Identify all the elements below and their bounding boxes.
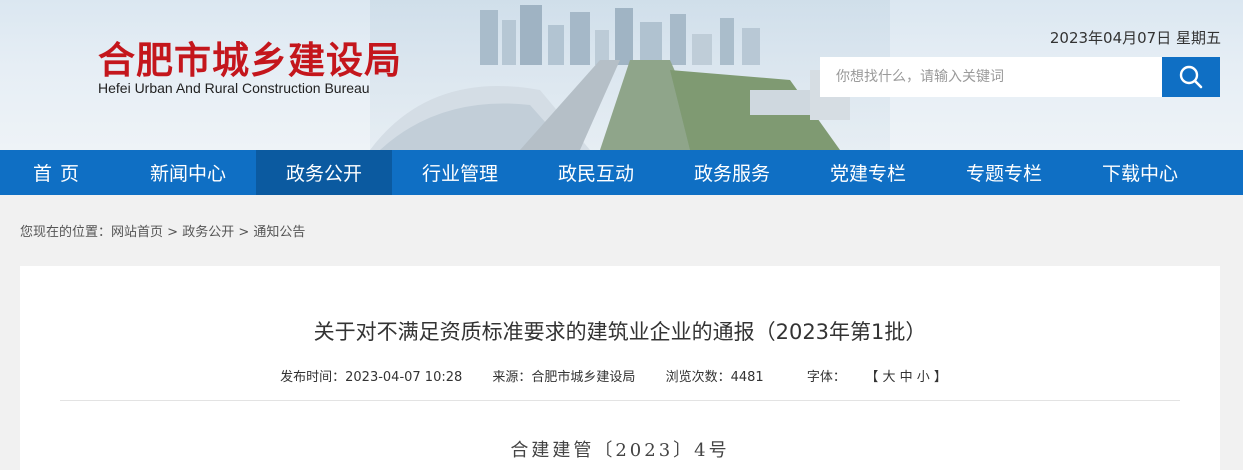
article-meta: 发布时间：2023-04-07 10:28 来源：合肥市城乡建设局 浏览次数：4… bbox=[20, 366, 1220, 385]
article-card: 关于对不满足资质标准要求的建筑业企业的通报（2023年第1批） 发布时间：202… bbox=[20, 266, 1220, 470]
font-size-options[interactable]: 【 大 中 小 】 bbox=[872, 370, 947, 385]
publish-time: 发布时间：2023-04-07 10:28 bbox=[280, 370, 463, 385]
title-divider bbox=[60, 400, 1180, 401]
nav-item-downloads[interactable]: 下载中心 bbox=[1072, 150, 1208, 195]
breadcrumb: 您现在的位置：网站首页 > 政务公开 > 通知公告 bbox=[20, 221, 305, 240]
breadcrumb-link-notices[interactable]: 通知公告 bbox=[253, 225, 305, 240]
site-logo-subtitle: Hefei Urban And Rural Construction Burea… bbox=[98, 80, 370, 96]
site-logo-title[interactable]: 合肥市城乡建设局 bbox=[98, 30, 402, 84]
breadcrumb-link-government-affairs[interactable]: 政务公开 bbox=[182, 225, 234, 240]
nav-item-news[interactable]: 新闻中心 bbox=[120, 150, 256, 195]
font-size-control: 字体： 【 大 中 小 】 bbox=[794, 370, 960, 385]
main-nav: 首页 新闻中心 政务公开 行业管理 政民互动 政务服务 党建专栏 专题专栏 下载… bbox=[0, 150, 1243, 195]
nav-item-public-interaction[interactable]: 政民互动 bbox=[528, 150, 664, 195]
article-source: 来源：合肥市城乡建设局 bbox=[492, 370, 636, 385]
breadcrumb-separator: > bbox=[234, 225, 254, 240]
nav-item-home[interactable]: 首页 bbox=[0, 150, 120, 195]
nav-item-government-services[interactable]: 政务服务 bbox=[664, 150, 800, 195]
document-number: 合建建管〔2023〕4号 bbox=[510, 440, 730, 461]
search-button[interactable] bbox=[1162, 57, 1220, 97]
current-date: 2023年04月07日 星期五 bbox=[1049, 29, 1221, 47]
article-title: 关于对不满足资质标准要求的建筑业企业的通报（2023年第1批） bbox=[313, 320, 927, 344]
nav-item-industry-management[interactable]: 行业管理 bbox=[392, 150, 528, 195]
font-size-label: 字体： bbox=[806, 370, 846, 385]
breadcrumb-prefix: 您现在的位置： bbox=[20, 225, 112, 240]
breadcrumb-separator: > bbox=[163, 225, 183, 240]
nav-item-government-affairs[interactable]: 政务公开 bbox=[256, 150, 392, 195]
view-count: 浏览次数：4481 bbox=[665, 370, 764, 385]
search-icon bbox=[1179, 65, 1203, 89]
search-input[interactable] bbox=[820, 57, 1162, 97]
nav-item-special-topics[interactable]: 专题专栏 bbox=[936, 150, 1072, 195]
nav-item-party-building[interactable]: 党建专栏 bbox=[800, 150, 936, 195]
site-header: 合肥市城乡建设局 Hefei Urban And Rural Construct… bbox=[0, 0, 1243, 150]
city-skyline-banner bbox=[370, 0, 890, 150]
breadcrumb-link-home[interactable]: 网站首页 bbox=[111, 225, 163, 240]
